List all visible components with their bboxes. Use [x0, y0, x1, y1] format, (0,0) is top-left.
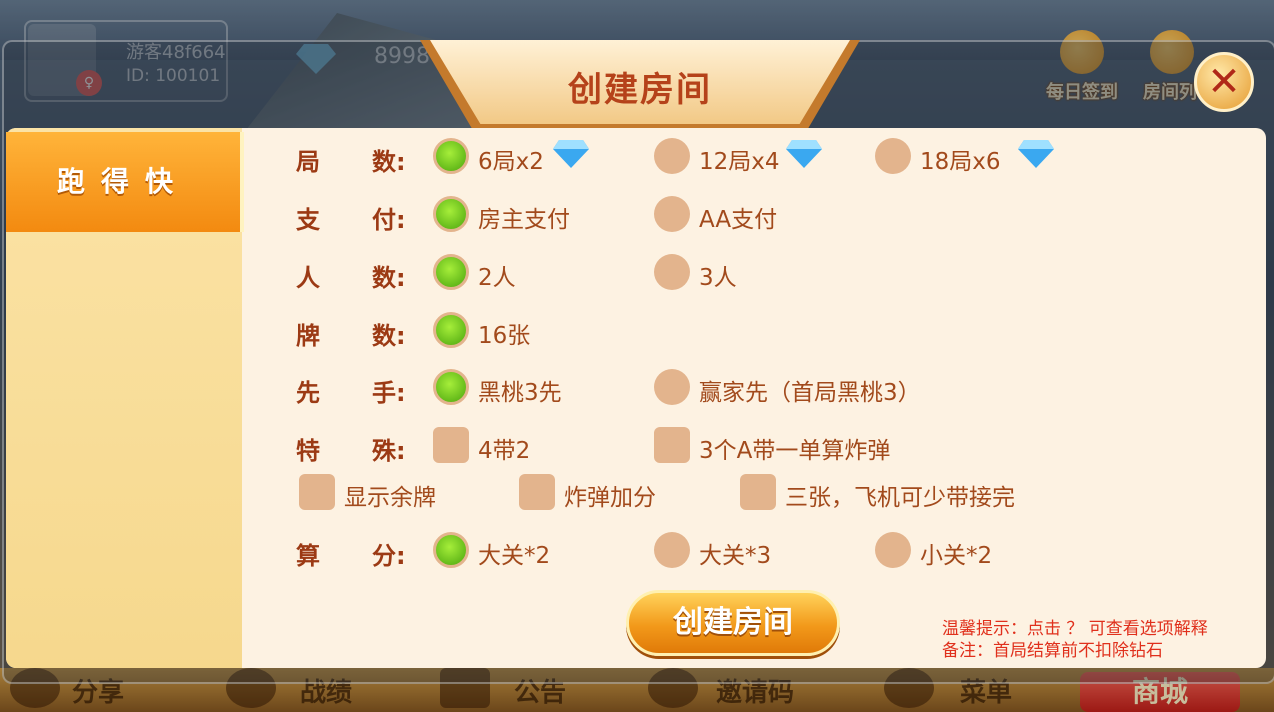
extra-checkbox-2[interactable]: [519, 474, 555, 510]
first-label-b: 手:: [372, 379, 406, 407]
dialog-title: 创建房间: [568, 70, 712, 110]
special-option-1[interactable]: 4带2: [478, 431, 530, 465]
rounds-option-1[interactable]: 6局x2: [478, 142, 544, 176]
tab-paodekuai[interactable]: 跑得快: [6, 132, 244, 232]
cards-option-1[interactable]: 16张: [478, 316, 530, 350]
cards-label-b: 数:: [372, 322, 406, 350]
first-label-a: 先: [296, 379, 320, 407]
scoring-label-b: 分:: [372, 542, 406, 570]
first-radio-2[interactable]: [654, 369, 690, 405]
scoring-radio-2[interactable]: [654, 532, 690, 568]
diamond-icon: [786, 140, 822, 168]
close-button[interactable]: ✕: [1194, 52, 1254, 112]
create-room-button[interactable]: 创建房间: [626, 590, 840, 656]
note-text: 备注：首局结算前不扣除钻石: [942, 641, 1163, 661]
extra-option-1[interactable]: 显示余牌: [344, 478, 436, 512]
cards-radio-1[interactable]: [433, 312, 469, 348]
players-label-b: 数:: [372, 264, 406, 292]
extra-option-3[interactable]: 三张，飞机可少带接完: [785, 478, 1015, 512]
scoring-radio-3[interactable]: [875, 532, 911, 568]
rounds-label-b: 数:: [372, 148, 406, 176]
scoring-option-1[interactable]: 大关*2: [478, 536, 550, 570]
special-label-b: 殊:: [372, 437, 406, 465]
scoring-option-3[interactable]: 小关*2: [920, 536, 992, 570]
payment-option-2[interactable]: AA支付: [699, 200, 777, 234]
first-radio-1[interactable]: [433, 369, 469, 405]
diamond-icon: [1018, 140, 1054, 168]
rounds-radio-2[interactable]: [654, 138, 690, 174]
extra-checkbox-3[interactable]: [740, 474, 776, 510]
payment-radio-2[interactable]: [654, 196, 690, 232]
scoring-label-a: 算: [296, 542, 320, 570]
players-option-1[interactable]: 2人: [478, 258, 516, 292]
payment-label-a: 支: [296, 206, 320, 234]
special-label-a: 特: [296, 437, 320, 465]
payment-radio-1[interactable]: [433, 196, 469, 232]
players-radio-2[interactable]: [654, 254, 690, 290]
players-option-2[interactable]: 3人: [699, 258, 737, 292]
first-option-2[interactable]: 赢家先（首局黑桃3）: [699, 373, 921, 407]
rounds-option-2[interactable]: 12局x4: [699, 142, 780, 176]
create-room-label: 创建房间: [673, 605, 793, 640]
rounds-option-3[interactable]: 18局x6: [920, 142, 1001, 176]
first-option-1[interactable]: 黑桃3先: [478, 373, 562, 407]
payment-option-1[interactable]: 房主支付: [478, 200, 570, 234]
special-checkbox-2[interactable]: [654, 427, 690, 463]
tab-paodekuai-label: 跑得快: [56, 165, 189, 198]
cards-label-a: 牌: [296, 322, 320, 350]
rounds-radio-3[interactable]: [875, 138, 911, 174]
scoring-radio-1[interactable]: [433, 532, 469, 568]
payment-label-b: 付:: [372, 206, 406, 234]
rounds-label-a: 局: [296, 148, 320, 176]
players-radio-1[interactable]: [433, 254, 469, 290]
extra-checkbox-1[interactable]: [299, 474, 335, 510]
players-label-a: 人: [296, 264, 320, 292]
rounds-radio-1[interactable]: [433, 138, 469, 174]
extra-option-2[interactable]: 炸弹加分: [564, 478, 656, 512]
special-option-2[interactable]: 3个A带一单算炸弹: [699, 431, 890, 465]
close-icon: ✕: [1207, 59, 1241, 105]
diamond-icon: [553, 140, 589, 168]
scoring-option-2[interactable]: 大关*3: [699, 536, 771, 570]
special-checkbox-1[interactable]: [433, 427, 469, 463]
